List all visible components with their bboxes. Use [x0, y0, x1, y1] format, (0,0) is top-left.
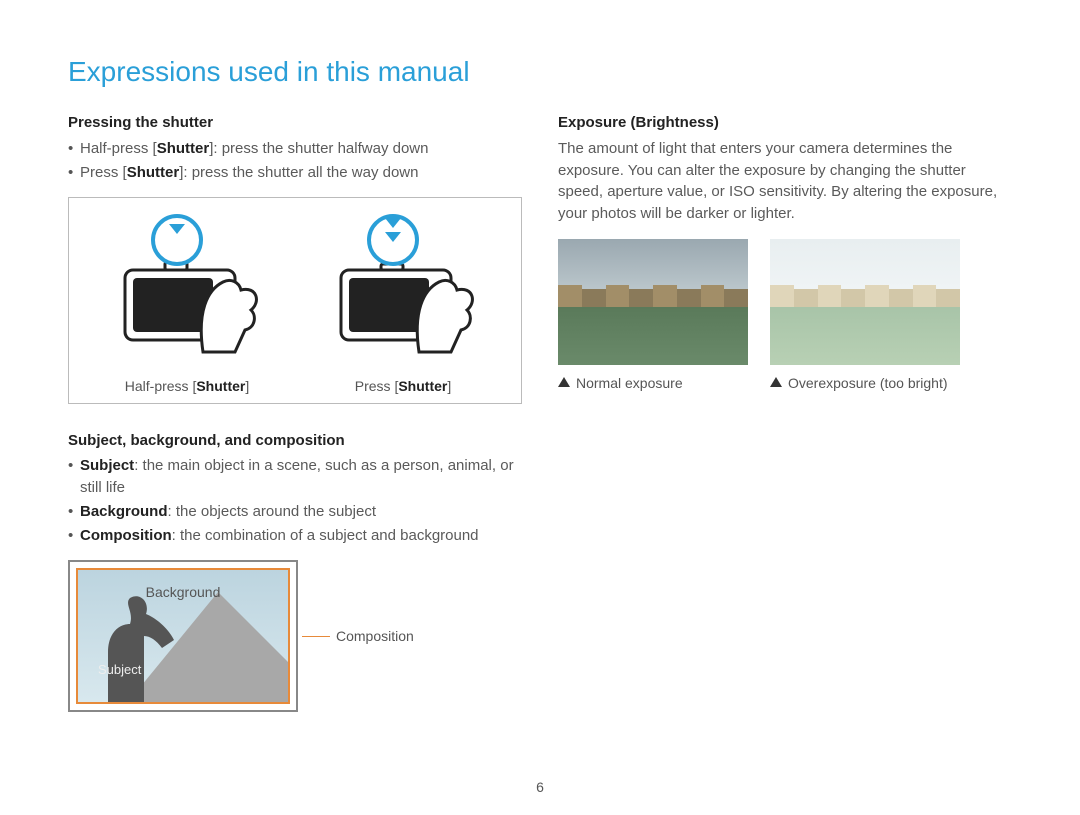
page-title: Expressions used in this manual	[68, 56, 1012, 88]
shutter-diagram-box: Half-press [Shutter] Press [Shutter	[68, 197, 522, 403]
photo-normal-block: Normal exposure	[558, 239, 748, 393]
label-composition: Composition	[336, 626, 414, 646]
right-column: Exposure (Brightness) The amount of ligh…	[558, 112, 1012, 712]
bullet-composition: Composition: the combination of a subjec…	[68, 525, 522, 547]
pointer-line-icon	[302, 636, 330, 637]
shutter-full-press-diagram: Press [Shutter]	[323, 212, 483, 396]
content-columns: Pressing the shutter Half-press [Shutter…	[68, 112, 1012, 712]
camera-full-press-icon	[323, 212, 483, 372]
composition-heading: Subject, background, and composition	[68, 430, 522, 452]
composition-image: Background Subject	[76, 568, 290, 704]
shutter-half-press-diagram: Half-press [Shutter]	[107, 212, 267, 396]
photo-normal-exposure	[558, 239, 748, 365]
bullet-full-press: Press [Shutter]: press the shutter all t…	[68, 162, 522, 184]
photo-overexposure	[770, 239, 960, 365]
caption-normal-exposure: Normal exposure	[558, 373, 748, 393]
exposure-photos: Normal exposure Overexposure (too bright…	[558, 239, 1012, 393]
shutter-bullets: Half-press [Shutter]: press the shutter …	[68, 138, 522, 184]
person-silhouette-icon	[84, 594, 179, 702]
caption-half-press: Half-press [Shutter]	[125, 376, 249, 396]
photo-over-block: Overexposure (too bright)	[770, 239, 960, 393]
caption-overexposure: Overexposure (too bright)	[770, 373, 960, 393]
manual-page: Expressions used in this manual Pressing…	[0, 0, 1080, 712]
triangle-up-icon	[558, 377, 570, 387]
page-number: 6	[0, 779, 1080, 795]
exposure-heading: Exposure (Brightness)	[558, 112, 1012, 134]
camera-half-press-icon	[107, 212, 267, 372]
caption-full-press: Press [Shutter]	[355, 376, 451, 396]
composition-pointer: Composition	[302, 626, 414, 646]
exposure-paragraph: The amount of light that enters your cam…	[558, 138, 1012, 225]
composition-diagram: Background Subject Composition	[68, 560, 522, 712]
label-background: Background	[78, 582, 288, 602]
bullet-half-press: Half-press [Shutter]: press the shutter …	[68, 138, 522, 160]
label-subject: Subject	[98, 661, 141, 680]
bullet-background: Background: the objects around the subje…	[68, 501, 522, 523]
composition-bullets: Subject: the main object in a scene, suc…	[68, 455, 522, 546]
triangle-up-icon	[770, 377, 782, 387]
composition-frame: Background Subject	[68, 560, 298, 712]
left-column: Pressing the shutter Half-press [Shutter…	[68, 112, 522, 712]
shutter-heading: Pressing the shutter	[68, 112, 522, 134]
bullet-subject: Subject: the main object in a scene, suc…	[68, 455, 522, 499]
